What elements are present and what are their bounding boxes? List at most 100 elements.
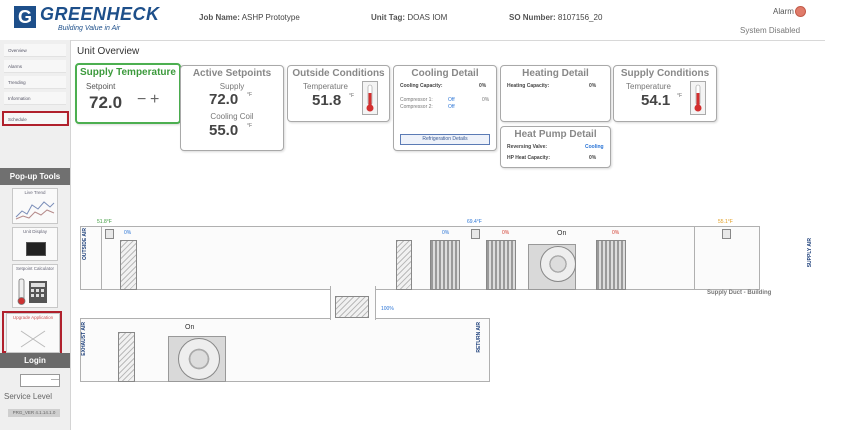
- supply-unit: °F: [247, 92, 253, 98]
- card-title: Outside Conditions: [292, 68, 385, 79]
- hp-heat-capacity-value: 0%: [589, 155, 597, 161]
- outside-temperature-value: 51.8: [312, 92, 342, 109]
- alarm-label: Alarm: [773, 7, 794, 16]
- cooling-coil-setpoint-value: 55.0: [209, 122, 239, 139]
- sidebar-item-trending[interactable]: Trending: [4, 76, 66, 89]
- sidebar-item-information[interactable]: Information: [4, 92, 66, 105]
- recirc-damper: [335, 296, 369, 318]
- recirc-damper-pct: 100%: [381, 306, 394, 312]
- so-number-value: 8107156_20: [557, 13, 603, 22]
- supply-label: Supply: [219, 82, 245, 91]
- calculator-icon: [17, 278, 47, 305]
- cooling-coil-label: Cooling Coil: [210, 112, 254, 121]
- trend-chart-icon: [15, 201, 55, 220]
- coil-pct: 0%: [502, 230, 510, 236]
- compressor1-label: Compressor 1:: [400, 97, 433, 103]
- supply-setpoint-value: 72.0: [209, 91, 239, 108]
- setpoint-label: Setpoint: [86, 82, 116, 91]
- heat-pump-detail-card[interactable]: Heat Pump Detail Reversing Valve: Coolin…: [500, 126, 611, 168]
- supply-temperature-unit: °F: [677, 93, 683, 99]
- heating-detail-card[interactable]: Heating Detail Heating Capacity: 0%: [500, 65, 611, 122]
- active-setpoints-card[interactable]: Active Setpoints Supply 72.0 °F Cooling …: [180, 65, 284, 151]
- compressor2-state: Off: [448, 104, 455, 110]
- card-title: Supply Temperature: [80, 67, 176, 78]
- cooling-coil-unit: °F: [247, 123, 253, 129]
- supply-air-label: SUPPLY AIR: [807, 238, 813, 268]
- unit-tag-value: DOAS IOM: [407, 13, 448, 22]
- tool-setpoint-calculator-label: Setpoint Calculator: [15, 266, 55, 271]
- increase-setpoint-button[interactable]: +: [150, 91, 159, 109]
- heat-pct: 0%: [612, 230, 620, 236]
- decrease-setpoint-button[interactable]: −: [137, 91, 146, 109]
- supply-conditions-card[interactable]: Supply Conditions Temperature 54.1 °F: [613, 65, 717, 122]
- supply-fan-icon: [540, 246, 576, 282]
- job-name-label: Job Name:: [199, 13, 240, 22]
- version-label: PRG_VER 4.1.14.1.0: [8, 409, 60, 417]
- tool-setpoint-calculator[interactable]: Setpoint Calculator: [12, 264, 58, 308]
- reheat-coil: [596, 240, 626, 290]
- temperature-label: Temperature: [626, 82, 671, 91]
- logo-tagline: Building Value in Air: [58, 25, 121, 32]
- cooling-coil: [430, 240, 460, 290]
- exhaust-air-label: EXHAUST AIR: [81, 322, 87, 356]
- hp-heat-capacity-label: HP Heat Capacity:: [507, 155, 550, 161]
- sidebar-item-overview[interactable]: Overview: [4, 44, 66, 57]
- display-icon: [26, 242, 46, 256]
- oa-damper: [120, 240, 137, 290]
- heating-capacity-value: 0%: [589, 83, 597, 89]
- exhaust-fan-icon: [178, 338, 220, 380]
- unit-tag: Unit Tag: DOAS IOM: [371, 13, 447, 22]
- temperature-label: Temperature: [303, 82, 348, 91]
- app-header: G GREENHECK Building Value in Air Job Na…: [0, 0, 825, 41]
- outside-air-label: OUTSIDE AIR: [82, 228, 88, 261]
- alarm-indicator-icon[interactable]: [795, 6, 806, 17]
- login-button[interactable]: Login: [0, 353, 70, 368]
- reversing-valve-value: Cooling: [585, 144, 604, 150]
- refrigeration-details-button[interactable]: Refrigeration Details: [400, 134, 490, 145]
- so-number: SO Number: 8107156_20: [509, 13, 602, 22]
- logo-icon: G: [14, 6, 36, 28]
- service-level-label: Service Level: [4, 392, 53, 401]
- return-air-label: RETURN AIR: [476, 322, 482, 353]
- outside-temperature-unit: °F: [349, 93, 355, 99]
- oa-temp: 51.8°F: [97, 219, 112, 225]
- system-status: System Disabled: [740, 26, 801, 35]
- supply-temperature-card[interactable]: Supply Temperature Setpoint 72.0 − +: [75, 63, 181, 124]
- so-number-label: SO Number:: [509, 13, 556, 22]
- upgrade-icon: [20, 330, 46, 348]
- cooling-detail-card[interactable]: Cooling Detail Cooling Capacity: 0% Comp…: [393, 65, 497, 151]
- job-name: Job Name: ASHP Prototype: [199, 13, 300, 22]
- cooling-capacity-value: 0%: [479, 83, 487, 89]
- supply-temp: 55.1°F: [718, 219, 733, 225]
- logo-text: GREENHECK: [40, 4, 160, 24]
- thermometer-icon: [362, 81, 378, 115]
- exhaust-fan-state: On: [185, 324, 195, 331]
- outside-conditions-card[interactable]: Outside Conditions Temperature 51.8 °F: [287, 65, 390, 122]
- tool-unit-display[interactable]: Unit Display: [12, 227, 58, 261]
- oa-temp-sensor-icon: [105, 229, 114, 239]
- tool-upgrade-application-label: Upgrade Application: [12, 315, 54, 320]
- setpoint-value: 72.0: [89, 93, 123, 112]
- tool-live-trend-label: Live Trend: [24, 190, 46, 195]
- card-title: Cooling Detail: [411, 68, 479, 79]
- supply-temp-sensor-icon: [722, 229, 731, 239]
- tool-upgrade-application[interactable]: Upgrade Application: [6, 313, 60, 353]
- card-title: Active Setpoints: [192, 68, 272, 79]
- thermometer-icon: [690, 81, 706, 115]
- cooling-capacity-label: Cooling Capacity:: [400, 83, 443, 89]
- exhaust-damper: [118, 332, 135, 382]
- compressor1-pct: 0%: [482, 97, 490, 103]
- heating-capacity-label: Heating Capacity:: [507, 83, 550, 89]
- tool-live-trend[interactable]: Live Trend: [12, 188, 58, 224]
- popup-tools-header: Pop-up Tools: [0, 168, 70, 185]
- service-level-field[interactable]: ----: [20, 374, 60, 387]
- job-name-value: ASHP Prototype: [241, 13, 300, 22]
- supply-duct: [80, 226, 758, 290]
- supply-temperature-value: 54.1: [641, 92, 671, 109]
- heating-coil: [486, 240, 516, 290]
- filter-pct: 0%: [442, 230, 450, 236]
- compressor2-label: Compressor 2:: [400, 104, 433, 110]
- supply-fan-state: On: [557, 230, 567, 237]
- sidebar-item-alarms[interactable]: Alarms: [4, 60, 66, 73]
- filter: [396, 240, 412, 290]
